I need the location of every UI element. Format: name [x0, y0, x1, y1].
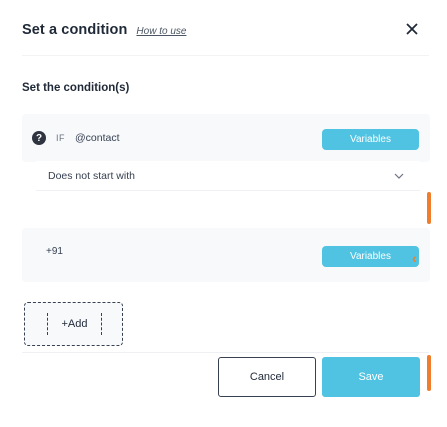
variables-button-field[interactable]: Variables — [322, 129, 419, 150]
condition-if-row: ? IF @contact — [32, 131, 120, 145]
close-button[interactable] — [401, 18, 423, 40]
add-condition-box: +Add — [24, 302, 123, 346]
if-label: IF — [56, 133, 65, 143]
help-icon[interactable]: ? — [32, 131, 46, 145]
highlight-marker-footer — [427, 355, 431, 391]
variables-button-value[interactable]: Variables — [322, 246, 419, 267]
operator-select-value: Does not start with — [48, 169, 135, 182]
footer-divider — [22, 352, 429, 353]
save-button[interactable]: Save — [322, 357, 420, 397]
section-title: Set the condition(s) — [22, 82, 130, 94]
highlight-bracket: ‹ — [412, 250, 417, 266]
cancel-button[interactable]: Cancel — [218, 357, 316, 397]
close-icon — [406, 23, 418, 35]
operator-select[interactable]: Does not start with — [36, 161, 420, 191]
modal-header: Set a condition How to use — [22, 18, 429, 42]
compare-value-input[interactable]: +91 — [46, 246, 63, 257]
chevron-down-icon — [394, 173, 404, 179]
how-to-use-link[interactable]: How to use — [136, 26, 186, 37]
add-condition-button[interactable]: +Add — [47, 313, 102, 335]
contact-field-label: @contact — [75, 132, 120, 144]
header-divider — [22, 55, 429, 56]
highlight-marker — [427, 192, 431, 224]
modal-title: Set a condition — [22, 22, 128, 38]
